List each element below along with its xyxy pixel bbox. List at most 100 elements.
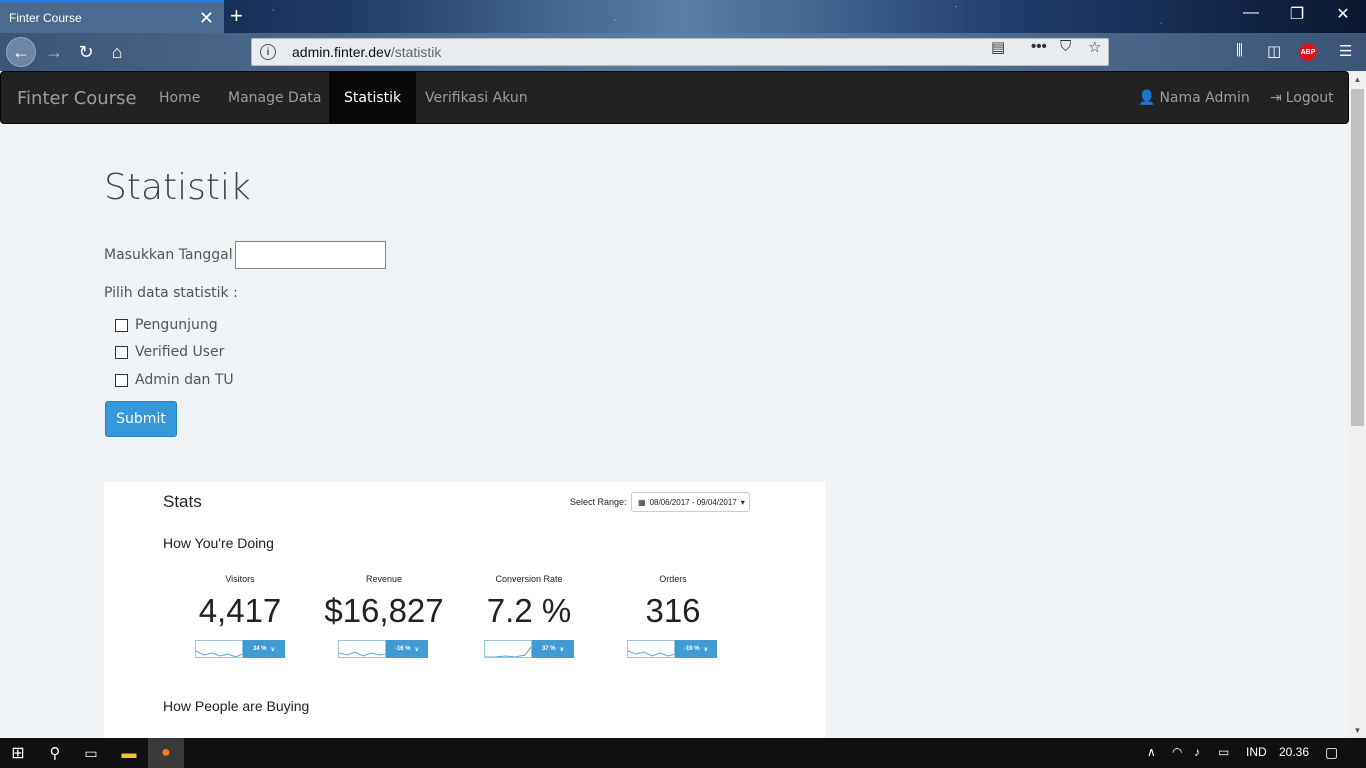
firefox-icon[interactable]: ● [148, 738, 184, 768]
section-how-people-are-buying: How People are Buying [163, 698, 310, 714]
nav-verifikasi-akun[interactable]: Verifikasi Akun [410, 72, 543, 123]
site-brand[interactable]: Finter Course [17, 88, 137, 109]
task-view-icon[interactable]: ▭ [74, 738, 108, 768]
taskbar: ⊞ ⚲ ▭ ▬ ● ∧ ◠ ♪ ▭ IND 20.36 ▢ [0, 738, 1366, 768]
url-domain: admin.finter.dev [292, 44, 391, 60]
nav-statistik[interactable]: Statistik [329, 72, 417, 123]
scroll-down-icon[interactable]: ▼ [1349, 722, 1366, 738]
url-path: /statistik [390, 44, 442, 60]
sparkline-orders: -19 % ∨ [627, 640, 717, 658]
change-badge: 37 % ∨ [532, 640, 574, 658]
pocket-icon[interactable]: ⛉ [1060, 38, 1071, 55]
page-title: Statistik [104, 167, 251, 208]
chevron-down-icon: ∨ [270, 646, 276, 653]
reload-icon[interactable]: ↻ [72, 38, 100, 66]
submit-button[interactable]: Submit [105, 401, 177, 437]
page-actions-icon[interactable]: ••• [1031, 38, 1047, 55]
chevron-down-icon: ∨ [703, 646, 709, 653]
library-icon[interactable]: ⫼ [1236, 42, 1243, 59]
menu-icon[interactable]: ☰ [1339, 42, 1352, 60]
nav-logout[interactable]: ⇥ Logout [1255, 72, 1349, 123]
metric-label: Visitors [225, 574, 255, 584]
checkbox-pengunjung[interactable]: Pengunjung [115, 317, 218, 333]
checkbox-box[interactable] [115, 345, 128, 359]
url-bar[interactable]: i admin.finter.dev /statistik [251, 38, 1109, 66]
checkbox-admin-dan-tu[interactable]: Admin dan TU [115, 372, 234, 388]
checkbox-box[interactable] [115, 373, 128, 387]
change-badge: -19 % ∨ [675, 640, 717, 658]
browser-toolbar: ← → ↻ ⌂ i admin.finter.dev /statistik ▤ … [0, 33, 1366, 71]
checkbox-box[interactable] [115, 318, 128, 332]
metric-orders: Orders 316 [623, 574, 723, 630]
checkbox-verified-user[interactable]: Verified User [115, 344, 224, 360]
metric-value: 316 [645, 592, 701, 629]
metric-label: Orders [659, 574, 687, 584]
caret-down-icon: ▾ [740, 497, 745, 507]
volume-icon[interactable]: ♪ [1194, 745, 1200, 759]
change-value: 37 % [541, 646, 556, 652]
checkbox-label: Admin dan TU [135, 372, 234, 388]
file-explorer-icon[interactable]: ▬ [112, 738, 146, 768]
metric-conversion-rate: Conversion Rate 7.2 % [474, 574, 584, 630]
sparkline-graph [484, 640, 532, 658]
nav-user[interactable]: 👤 Nama Admin [1123, 72, 1265, 123]
site-navbar: Finter Course Home Manage Data Statistik… [0, 71, 1349, 124]
search-icon[interactable]: ⚲ [38, 738, 72, 768]
metric-label: Revenue [365, 574, 403, 584]
logout-label: Logout [1285, 89, 1334, 106]
adblock-plus-icon[interactable]: ABP [1299, 43, 1317, 61]
tab-close-icon[interactable]: ✕ [199, 8, 214, 29]
sparkline-revenue: -16 % ∨ [338, 640, 428, 658]
metric-value: 7.2 % [486, 592, 572, 629]
sparkline-graph [195, 640, 243, 658]
minimize-icon[interactable]: — [1228, 4, 1274, 22]
page-scrollbar[interactable]: ▲ ▼ [1349, 71, 1366, 738]
new-tab-icon[interactable]: + [230, 3, 243, 29]
range-value: 08/06/2017 - 09/04/2017 [649, 497, 737, 507]
stats-panel: Stats Select Range: ▦ 08/06/2017 - 09/04… [104, 482, 825, 738]
checkbox-label: Pengunjung [135, 317, 218, 333]
chevron-down-icon: ∨ [414, 646, 420, 653]
forward-icon[interactable]: → [40, 38, 68, 66]
stats-heading: Stats [163, 492, 202, 511]
window-close-icon[interactable]: ✕ [1320, 4, 1366, 24]
checkbox-label: Verified User [135, 344, 225, 360]
windows-start-icon[interactable]: ⊞ [0, 738, 36, 768]
change-value: -19 % [683, 646, 700, 652]
sparkline-visitors: 34 % ∨ [195, 640, 285, 658]
home-icon[interactable]: ⌂ [103, 38, 131, 66]
metric-value: 4,417 [198, 592, 282, 629]
metric-visitors: Visitors 4,417 [190, 574, 290, 630]
range-picker[interactable]: ▦ 08/06/2017 - 09/04/2017 ▾ [631, 492, 750, 512]
scroll-up-icon[interactable]: ▲ [1349, 71, 1366, 87]
battery-icon[interactable]: ▭ [1218, 745, 1229, 759]
metric-label: Conversion Rate [495, 574, 563, 584]
metric-revenue: Revenue $16,827 [319, 574, 449, 630]
logout-icon: ⇥ [1270, 89, 1282, 106]
date-input[interactable] [235, 241, 386, 269]
clock[interactable]: 20.36 [1279, 745, 1309, 759]
change-value: 34 % [252, 646, 267, 652]
scrollbar-thumb[interactable] [1351, 89, 1364, 426]
show-hidden-icons-icon[interactable]: ∧ [1147, 745, 1156, 759]
section-how-youre-doing: How You're Doing [163, 535, 274, 551]
site-info-icon[interactable]: i [260, 44, 276, 60]
notifications-icon[interactable]: ▢ [1325, 744, 1338, 761]
language-indicator[interactable]: IND [1246, 745, 1267, 759]
wifi-icon[interactable]: ◠ [1172, 745, 1182, 759]
calendar-icon: ▦ [638, 497, 646, 507]
restore-icon[interactable]: ❐ [1274, 4, 1320, 24]
nav-home[interactable]: Home [144, 72, 215, 123]
change-value: -16 % [394, 646, 411, 652]
bookmark-star-icon[interactable]: ☆ [1088, 38, 1101, 56]
sidebar-icon[interactable]: ◫ [1267, 42, 1281, 60]
choose-data-label: Pilih data statistik : [104, 285, 238, 301]
back-icon[interactable]: ← [6, 37, 36, 67]
sparkline-graph [338, 640, 386, 658]
reader-view-icon[interactable]: ▤ [991, 38, 1005, 56]
nav-manage-data[interactable]: Manage Data [213, 72, 337, 123]
browser-tab[interactable]: Finter Course ✕ [0, 0, 224, 33]
metric-value: $16,827 [324, 592, 444, 629]
range-label: Select Range: [570, 497, 627, 507]
sparkline-graph [627, 640, 675, 658]
